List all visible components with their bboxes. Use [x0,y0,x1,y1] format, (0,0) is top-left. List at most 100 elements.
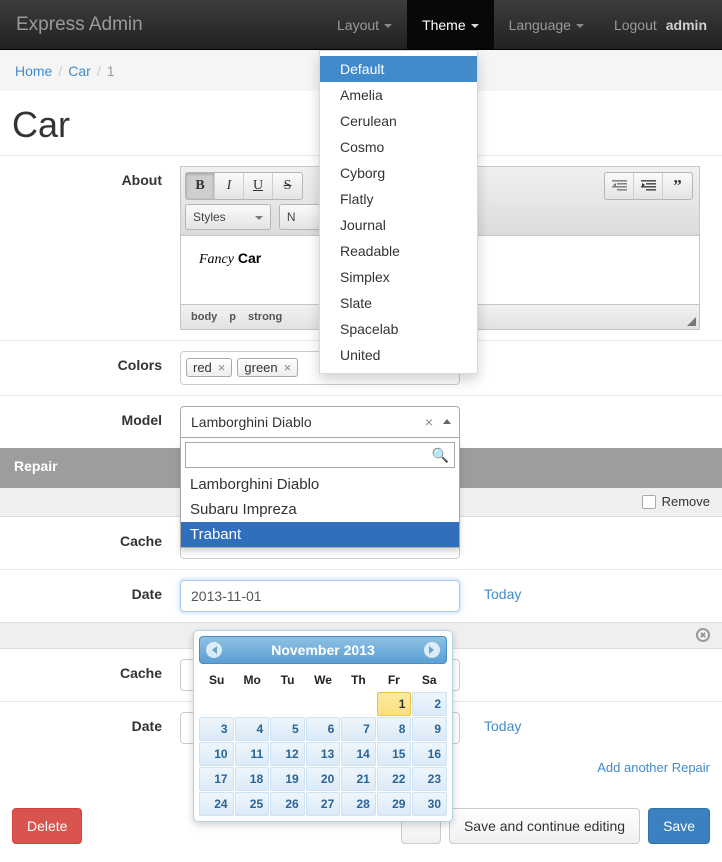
datepicker-day-6[interactable]: 6 [305,717,341,741]
datepicker-day-17[interactable]: 17 [199,767,234,791]
datepicker-day-22[interactable]: 22 [376,767,412,791]
model-option-trabant[interactable]: Trabant [181,521,459,547]
datepicker-day-27[interactable]: 27 [305,792,341,816]
indent-button[interactable] [634,172,663,199]
remove-checkbox[interactable] [641,494,656,509]
datepicker-day-24[interactable]: 24 [199,792,234,816]
model-option-lamborghini-diablo[interactable]: Lamborghini Diablo [181,472,459,497]
model-search-wrapper: 🔍 [181,438,459,472]
tag-green[interactable]: green × [237,358,299,378]
theme-option-amelia[interactable]: Amelia [320,82,477,108]
save-and-continue-button[interactable]: Save and continue editing [448,808,641,844]
datepicker-day-11[interactable]: 11 [234,742,270,766]
datepicker-day-16[interactable]: 16 [412,742,447,766]
status-path-p[interactable]: p [229,311,236,323]
save-button[interactable]: Save [648,808,710,844]
datepicker-day-15[interactable]: 15 [376,742,412,766]
logout-link[interactable]: Logout admin [599,0,722,49]
outdent-button[interactable] [605,172,634,199]
italic-button[interactable]: I [215,172,244,199]
breadcrumb-separator: / [96,62,101,79]
datepicker-day-8[interactable]: 8 [376,717,412,741]
datepicker-day-10[interactable]: 10 [199,742,234,766]
cache-1-label: Cache [119,532,162,549]
status-path-strong[interactable]: strong [248,311,282,323]
remove-tag-icon[interactable]: × [284,360,292,375]
breadcrumb-home[interactable]: Home [15,63,52,79]
datepicker-day-25[interactable]: 25 [234,792,270,816]
theme-option-default[interactable]: Default [320,56,477,82]
blockquote-button[interactable]: ” [663,173,692,199]
theme-option-cosmo[interactable]: Cosmo [320,134,477,160]
navbar-items: Layout Theme Language Logout admin [322,0,722,49]
breadcrumb-car[interactable]: Car [68,63,91,79]
chevron-up-icon [443,419,451,425]
datepicker-day-grid: 1 2 3 4 5 6 7 8 9 10 11 12 13 14 15 16 17 18 19 20 21 22 23 24 2… [199,692,447,816]
prev-month-icon[interactable] [206,642,222,658]
delete-row-icon[interactable] [696,628,710,643]
datepicker-day-2[interactable]: 2 [412,692,447,716]
weekday-we: We [314,673,332,687]
datepicker-day-14[interactable]: 14 [341,742,376,766]
model-option-subaru-impreza[interactable]: Subaru Impreza [181,497,459,522]
nav-item-theme[interactable]: Theme [407,0,494,49]
next-month-icon[interactable] [423,642,440,658]
brand-title[interactable]: Express Admin [0,0,158,49]
theme-option-united[interactable]: United [320,342,477,368]
datepicker-day-23[interactable]: 23 [412,767,447,791]
theme-option-spacelab[interactable]: Spacelab [320,316,477,342]
theme-option-flatly[interactable]: Flatly [320,186,477,212]
theme-option-readable[interactable]: Readable [320,238,477,264]
datepicker-day-18[interactable]: 18 [234,767,270,791]
weekday-fr: Fr [387,673,400,687]
theme-option-simplex[interactable]: Simplex [320,264,477,290]
remove-checkbox-label: Remove [661,494,710,510]
strikethrough-icon: S [283,177,292,193]
date-1-control: Today [180,579,722,612]
datepicker-day-1[interactable]: 1 [376,692,412,716]
model-selected-value: Lamborghini Diablo [191,413,312,430]
datepicker-day-26[interactable]: 26 [270,792,305,816]
nav-item-layout[interactable]: Layout [322,0,407,49]
datepicker-day-21[interactable]: 21 [341,767,376,791]
datepicker-day-4[interactable]: 4 [234,717,270,741]
cache-2-label: Cache [119,664,162,681]
datepicker-day-13[interactable]: 13 [305,742,341,766]
date-1-today-link[interactable]: Today [484,580,521,602]
navbar: Express Admin Layout Theme Language Logo… [0,0,722,50]
nav-item-language[interactable]: Language [494,0,599,49]
datepicker-day-9[interactable]: 9 [412,717,447,741]
datepicker-day-28[interactable]: 28 [341,792,376,816]
clear-selection-icon[interactable]: × [415,414,443,430]
theme-option-cerulean[interactable]: Cerulean [320,108,477,134]
date-2-today-link[interactable]: Today [484,712,521,734]
datepicker-day-7[interactable]: 7 [341,717,376,741]
datepicker-day-30[interactable]: 30 [412,792,447,816]
underline-button[interactable]: U [244,172,273,199]
datepicker-day-19[interactable]: 19 [270,767,305,791]
date-1-input[interactable] [180,579,460,612]
date-1-label: Date [131,585,162,602]
theme-option-cyborg[interactable]: Cyborg [320,160,477,186]
theme-option-journal[interactable]: Journal [320,212,477,238]
status-path-body[interactable]: body [191,311,217,323]
model-search-input[interactable] [185,441,455,468]
datepicker-day-29[interactable]: 29 [376,792,412,816]
editor-resize-handle[interactable] [687,316,696,326]
bold-button[interactable]: B [186,172,215,199]
outdent-icon [611,180,627,191]
strikethrough-button[interactable]: S [273,173,302,199]
delete-button[interactable]: Delete [12,808,83,844]
datepicker-day-20[interactable]: 20 [305,767,341,791]
theme-option-slate[interactable]: Slate [320,290,477,316]
datepicker-day-5[interactable]: 5 [270,717,305,741]
editor-text-bold: Car [237,249,262,266]
tag-red[interactable]: red × [186,358,233,378]
datepicker-day-12[interactable]: 12 [270,742,305,766]
weekday-su: Su [209,673,225,687]
model-select-trigger[interactable]: Lamborghini Diablo × [180,405,460,438]
styles-dropdown[interactable]: Styles [185,203,271,230]
datepicker-header: November 2013 [199,636,447,664]
datepicker-day-3[interactable]: 3 [199,717,234,741]
remove-tag-icon[interactable]: × [218,360,226,375]
